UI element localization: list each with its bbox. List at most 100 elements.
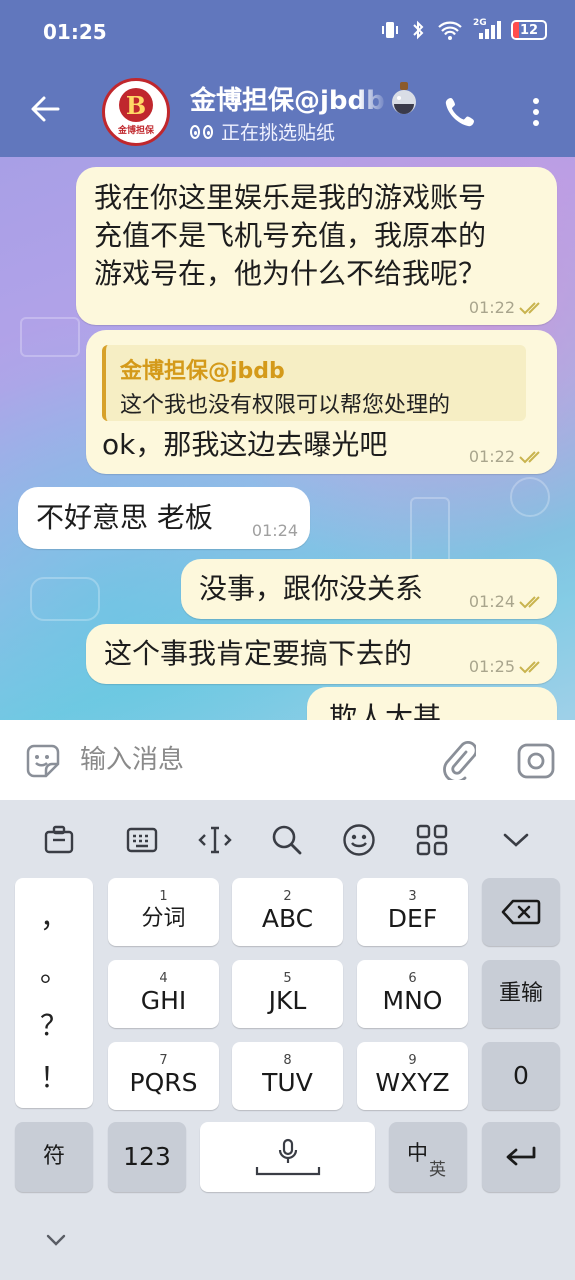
key-label: TUV bbox=[262, 1068, 313, 1097]
outgoing-message[interactable]: 这个事我肯定要搞下去的 01:25 bbox=[86, 624, 557, 684]
back-arrow-icon[interactable] bbox=[28, 92, 62, 126]
key-label: MNO bbox=[382, 986, 443, 1015]
key-label: 符 bbox=[42, 1144, 65, 1169]
key-label: JKL bbox=[268, 986, 307, 1015]
camera-icon[interactable] bbox=[516, 742, 556, 780]
key-2[interactable]: 2 ABC bbox=[232, 878, 343, 946]
background-doodle bbox=[510, 477, 550, 517]
bluetooth-icon bbox=[409, 20, 427, 40]
enter-icon bbox=[506, 1146, 536, 1166]
keyboard-toolbar bbox=[0, 800, 575, 878]
more-options-icon[interactable] bbox=[528, 95, 544, 129]
key-3[interactable]: 3 DEF bbox=[357, 878, 468, 946]
key-number: 5 bbox=[283, 971, 292, 986]
outgoing-message[interactable]: 没事，跟你没关系 01:24 bbox=[181, 559, 557, 619]
key-label: 123 bbox=[123, 1142, 171, 1171]
potion-emoji-icon bbox=[388, 80, 420, 116]
paperclip-icon[interactable] bbox=[442, 740, 478, 783]
top-bar: 01:25 2G 12 B 金博担保 金博担保@jbdb 正在挑选贴纸 bbox=[0, 0, 575, 157]
chat-area[interactable]: 我在你这里娱乐是我的游戏账号 充值不是飞机号充值，我原本的 游戏号在，他为什么不… bbox=[0, 157, 575, 720]
search-icon[interactable] bbox=[269, 822, 305, 858]
vibrate-icon bbox=[381, 20, 399, 40]
key-number: 4 bbox=[159, 971, 168, 986]
key-8[interactable]: 8 TUV bbox=[232, 1042, 343, 1110]
message-text-line: 我在你这里娱乐是我的游戏账号 bbox=[94, 181, 487, 214]
battery-icon: 12 bbox=[511, 20, 547, 40]
key-5[interactable]: 5 JKL bbox=[232, 960, 343, 1028]
reenter-key[interactable]: 重输 bbox=[482, 960, 560, 1028]
phone-icon[interactable] bbox=[443, 95, 477, 129]
space-key[interactable] bbox=[200, 1122, 375, 1192]
punctuation-column[interactable]: ， 。 ？ ！ bbox=[15, 878, 93, 1108]
key-label: 0 bbox=[513, 1061, 529, 1090]
message-text: 欺人太甚 bbox=[329, 701, 442, 720]
key-number: 7 bbox=[159, 1053, 168, 1068]
status-time: 01:25 bbox=[43, 20, 107, 44]
reply-quote-text: 这个我也没有权限可以帮您处理的 bbox=[120, 393, 451, 418]
backspace-icon bbox=[501, 899, 541, 925]
lang-alt: 英 bbox=[429, 1160, 446, 1180]
outgoing-message[interactable]: 我在你这里娱乐是我的游戏账号 充值不是飞机号充值，我原本的 游戏号在，他为什么不… bbox=[76, 167, 557, 325]
reply-quote[interactable]: 金博担保@jbdb 这个我也没有权限可以帮您处理的 bbox=[102, 345, 526, 421]
sticker-emoji-icon[interactable] bbox=[24, 742, 62, 780]
signal-icon: 2G bbox=[473, 18, 501, 40]
emoji-icon[interactable] bbox=[341, 822, 377, 858]
message-text: ok，那我这边去曝光吧 bbox=[102, 428, 388, 461]
key-4[interactable]: 4 GHI bbox=[108, 960, 219, 1028]
lang-main: 中 bbox=[407, 1141, 428, 1165]
message-time: 01:22 bbox=[468, 447, 515, 466]
numbers-key[interactable]: 123 bbox=[108, 1122, 186, 1192]
subtitle-text: 正在挑选贴纸 bbox=[221, 122, 336, 144]
key-label: ABC bbox=[261, 904, 314, 933]
chat-header: B 金博担保 金博担保@jbdb 正在挑选贴纸 bbox=[0, 62, 575, 157]
reply-quote-author: 金博担保@jbdb bbox=[120, 359, 285, 384]
eyes-icon bbox=[190, 124, 213, 139]
message-input[interactable] bbox=[80, 738, 420, 782]
status-bar: 01:25 2G 12 bbox=[0, 0, 575, 62]
outgoing-message[interactable]: 金博担保@jbdb 这个我也没有权限可以帮您处理的 ok，那我这边去曝光吧 01… bbox=[86, 330, 557, 474]
key-9[interactable]: 9 WXYZ bbox=[357, 1042, 468, 1110]
incoming-message[interactable]: 不好意思 老板 01:24 bbox=[18, 487, 310, 549]
key-number: 9 bbox=[408, 1053, 417, 1068]
chat-title[interactable]: 金博担保@jbdb bbox=[190, 80, 388, 117]
key-number: 1 bbox=[159, 889, 168, 904]
message-meta: 01:24 bbox=[252, 521, 298, 540]
apps-grid-icon[interactable] bbox=[414, 822, 450, 858]
background-doodle bbox=[30, 577, 100, 621]
key-7[interactable]: 7 PQRS bbox=[108, 1042, 219, 1110]
message-text-line: 充值不是飞机号充值，我原本的 bbox=[94, 219, 487, 252]
typing-status: 正在挑选贴纸 bbox=[190, 118, 335, 145]
clipboard-icon[interactable] bbox=[41, 822, 77, 858]
key-number: 3 bbox=[408, 889, 417, 904]
message-time: 01:24 bbox=[468, 592, 515, 611]
message-text: 没事，跟你没关系 bbox=[199, 572, 424, 605]
symbols-key[interactable]: 符 bbox=[15, 1122, 93, 1192]
key-1[interactable]: 1 分词 bbox=[108, 878, 219, 946]
collapse-keyboard-icon[interactable] bbox=[44, 1232, 68, 1256]
status-icons: 2G 12 bbox=[381, 18, 547, 40]
message-text: 这个事我肯定要搞下去的 bbox=[104, 637, 413, 670]
keyboard-layout-icon[interactable] bbox=[124, 822, 160, 858]
key-label: 分词 bbox=[141, 906, 186, 931]
chevron-down-icon[interactable] bbox=[498, 822, 534, 858]
punct-key[interactable]: ？ bbox=[15, 1004, 93, 1044]
message-time: 01:22 bbox=[468, 298, 515, 317]
key-label: 重输 bbox=[498, 981, 543, 1006]
double-check-icon bbox=[519, 450, 540, 463]
key-6[interactable]: 6 MNO bbox=[357, 960, 468, 1028]
key-number: 6 bbox=[408, 971, 417, 986]
language-switch-key[interactable]: 中 英 bbox=[389, 1122, 467, 1192]
keyboard: ， 。 ？ ！ 1 分词 2 ABC 3 DEF 4 GHI 5 JKL 6 M… bbox=[0, 800, 575, 1280]
enter-key[interactable] bbox=[482, 1122, 560, 1192]
backspace-key[interactable] bbox=[482, 878, 560, 946]
message-time: 01:25 bbox=[468, 657, 515, 676]
avatar[interactable]: B 金博担保 bbox=[102, 78, 170, 146]
punct-key[interactable]: 。 bbox=[15, 950, 93, 990]
outgoing-message[interactable]: 欺人太甚 bbox=[307, 687, 557, 720]
background-doodle bbox=[410, 497, 450, 567]
message-meta: 01:22 bbox=[469, 298, 545, 317]
key-0[interactable]: 0 bbox=[482, 1042, 560, 1110]
punct-key[interactable]: ！ bbox=[15, 1056, 93, 1096]
punct-key[interactable]: ， bbox=[15, 896, 93, 936]
cursor-edit-icon[interactable] bbox=[197, 822, 233, 858]
